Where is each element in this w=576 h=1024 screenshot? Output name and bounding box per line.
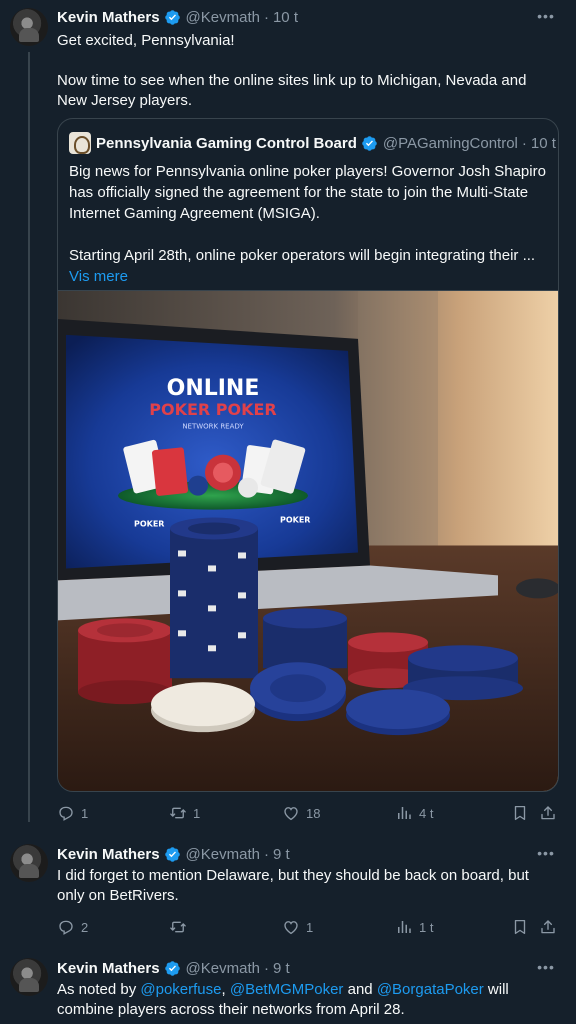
like-button[interactable]: 18 [282, 801, 320, 825]
share-button[interactable] [539, 801, 557, 825]
author-handle[interactable]: @Kevmath [186, 9, 260, 26]
screen-title-2: POKER POKER [149, 400, 276, 419]
quote-text: Big news for Pennsylvania online poker p… [69, 161, 549, 287]
bookmark-icon [511, 918, 529, 936]
tweet-header: Kevin Mathers @Kevmath · 9 t [57, 844, 290, 864]
chip-flat-white [151, 682, 255, 733]
quote-paragraph: Big news for Pennsylvania online poker p… [69, 163, 546, 222]
reply-count: 1 [81, 805, 89, 821]
separator-dot: · [263, 8, 269, 26]
separator-dot: · [263, 959, 269, 977]
quote-author-name: Pennsylvania Gaming Control Board [96, 134, 357, 152]
tweet-header: Kevin Mathers @Kevmath · 9 t [57, 958, 290, 978]
reply-button[interactable]: 1 [57, 801, 88, 825]
mention-link[interactable]: @BetMGMPoker [230, 981, 344, 998]
quote-paragraph-text: Starting April 28th, online poker operat… [69, 247, 536, 264]
like-icon [282, 804, 300, 822]
author-name[interactable]: Kevin Mathers [57, 9, 160, 26]
views-count: 1 t [419, 919, 434, 935]
repost-button[interactable] [169, 915, 193, 939]
quote-avatar [69, 132, 91, 154]
show-more-link[interactable]: Vis mere [69, 268, 128, 285]
text-segment: , [221, 981, 230, 998]
tweet-text: As noted by @pokerfuse, @BetMGMPoker and… [57, 980, 527, 1020]
verified-badge-icon [361, 135, 378, 152]
more-icon[interactable]: ••• [536, 846, 556, 866]
tweet-3[interactable]: Kevin Mathers @Kevmath · 9 t ••• As note… [0, 950, 576, 1024]
repost-button[interactable]: 1 [169, 801, 200, 825]
tweet-paragraph: Get excited, Pennsylvania! [57, 32, 235, 49]
reply-count: 2 [81, 919, 89, 935]
chip-stack-blue-mid [263, 608, 347, 669]
views-button[interactable]: 1 t [395, 915, 433, 939]
chip-stack-blue-tall [170, 517, 258, 679]
avatar[interactable] [10, 844, 48, 882]
repost-count: 1 [193, 805, 201, 821]
like-button[interactable]: 1 [282, 915, 313, 939]
author-name[interactable]: Kevin Mathers [57, 960, 160, 977]
text-segment: As noted by [57, 981, 141, 998]
timestamp[interactable]: 9 t [273, 960, 290, 977]
share-button[interactable] [539, 915, 557, 939]
quote-paragraph: Starting April 28th, online poker operat… [69, 245, 549, 287]
author-handle[interactable]: @Kevmath [186, 960, 260, 977]
tweet-paragraph: Now time to see when the online sites li… [57, 72, 527, 109]
like-count: 1 [306, 919, 314, 935]
timestamp[interactable]: 10 t [273, 9, 298, 26]
screen-title-1: ONLINE [167, 376, 260, 401]
author-name[interactable]: Kevin Mathers [57, 846, 160, 863]
tweet-text: Get excited, Pennsylvania! Now time to s… [57, 31, 557, 111]
verified-badge-icon [164, 960, 181, 977]
avatar[interactable] [10, 8, 48, 46]
reply-button[interactable]: 2 [57, 915, 88, 939]
separator-dot: · [263, 845, 269, 863]
tweet-actions: 1 1 18 4 t [57, 801, 562, 825]
like-icon [282, 918, 300, 936]
bookmark-icon [511, 804, 529, 822]
tweet-header: Kevin Mathers @Kevmath · 10 t [57, 7, 298, 27]
avatar[interactable] [10, 958, 48, 996]
verified-badge-icon [164, 9, 181, 26]
more-icon[interactable]: ••• [536, 9, 556, 29]
mention-link[interactable]: @pokerfuse [140, 981, 221, 998]
reply-icon [57, 804, 75, 822]
repost-icon [169, 918, 187, 936]
chip-flat-blue [250, 662, 346, 722]
bookmark-button[interactable] [511, 915, 529, 939]
mouse [516, 578, 558, 599]
tweet-1[interactable]: Kevin Mathers @Kevmath · 10 t ••• Get ex… [0, 0, 576, 830]
views-button[interactable]: 4 t [395, 801, 433, 825]
bookmark-button[interactable] [511, 801, 529, 825]
quote-author-handle: @PAGamingControl [382, 134, 518, 152]
quoted-tweet[interactable]: Pennsylvania Gaming Control Board @PAGam… [57, 118, 559, 792]
reply-icon [57, 918, 75, 936]
screen-left-label: POKER [134, 520, 164, 529]
text-segment: and [343, 981, 377, 998]
chip-flat-blue-front [346, 689, 450, 736]
share-icon [539, 804, 557, 822]
views-count: 4 t [419, 805, 434, 821]
author-handle[interactable]: @Kevmath [186, 846, 260, 863]
tweet-actions: 2 1 1 t [57, 915, 562, 939]
views-icon [395, 918, 413, 936]
timestamp[interactable]: 9 t [273, 846, 290, 863]
quote-image[interactable]: ONLINE POKER POKER NETWORK READY POKER P… [58, 290, 559, 792]
like-count: 18 [306, 805, 321, 821]
tweet-2[interactable]: Kevin Mathers @Kevmath · 9 t ••• I did f… [0, 836, 576, 946]
share-icon [539, 918, 557, 936]
separator-dot: · [521, 134, 527, 152]
quote-header: Pennsylvania Gaming Control Board @PAGam… [69, 132, 556, 154]
mention-link[interactable]: @BorgataPoker [377, 981, 484, 998]
chip-stack-red [78, 618, 172, 705]
verified-badge-icon [164, 846, 181, 863]
quote-timestamp: 10 t [530, 134, 556, 152]
more-icon[interactable]: ••• [536, 960, 556, 980]
tweet-text: I did forget to mention Delaware, but th… [57, 867, 529, 904]
screen-subtitle: NETWORK READY [182, 423, 244, 431]
views-icon [395, 804, 413, 822]
repost-icon [169, 804, 187, 822]
screen-right-label: POKER [280, 516, 310, 525]
thread-line [28, 52, 30, 822]
